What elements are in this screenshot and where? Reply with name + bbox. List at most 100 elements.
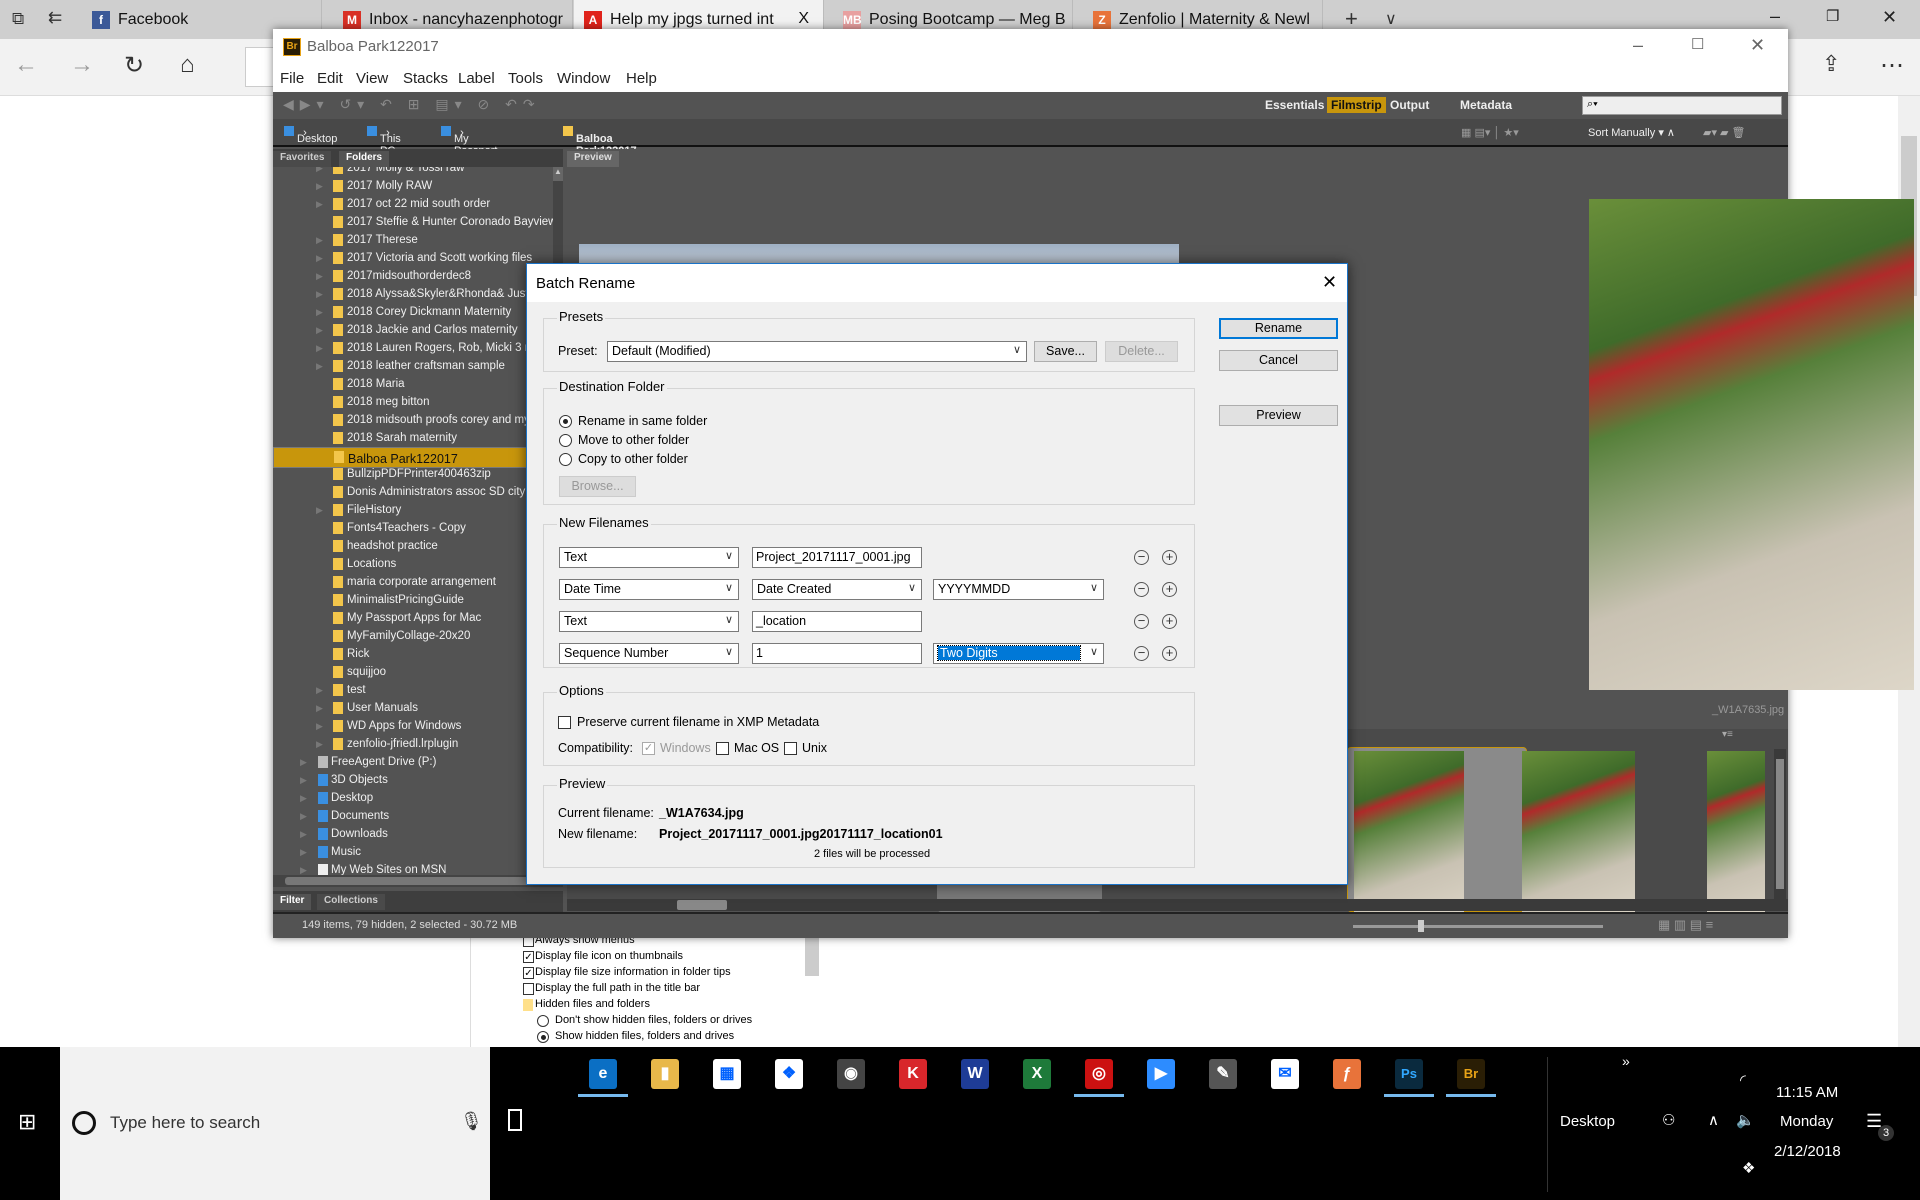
expand-arrow-icon[interactable]: ▶ bbox=[300, 825, 307, 843]
folder-item[interactable]: 2018 Sarah maternity bbox=[273, 429, 556, 447]
preset-select[interactable]: Default (Modified) ∨ bbox=[607, 341, 1027, 362]
zoom-icon[interactable]: ▶ bbox=[1147, 1059, 1175, 1089]
folder-item[interactable]: ▶ 2018 Corey Dickmann Maternity bbox=[273, 303, 556, 321]
edge-icon[interactable]: e bbox=[589, 1059, 617, 1089]
tab-list-button[interactable]: ∨ bbox=[1385, 9, 1397, 29]
folder-tree-hscrollbar[interactable] bbox=[273, 875, 563, 887]
home-icon[interactable]: ⌂ bbox=[180, 51, 195, 79]
menu-tools[interactable]: Tools bbox=[508, 70, 543, 87]
expand-arrow-icon[interactable]: ▶ bbox=[316, 321, 323, 339]
folder-item[interactable]: 2017 Steffie & Hunter Coronado Bayview p bbox=[273, 213, 556, 231]
folder-item[interactable]: My Passport Apps for Mac bbox=[273, 609, 556, 627]
element-type-select[interactable]: Text ∨ bbox=[559, 611, 739, 632]
overflow-chevron-icon[interactable]: » bbox=[1622, 1053, 1630, 1069]
add-element-icon[interactable]: + bbox=[1162, 582, 1177, 597]
filmstrip-thumb[interactable] bbox=[1707, 751, 1765, 923]
minimize-button[interactable]: – bbox=[1770, 6, 1780, 27]
breadcrumb-item[interactable]: This PC › bbox=[367, 126, 401, 157]
expand-arrow-icon[interactable]: ▶ bbox=[316, 357, 323, 375]
filmstrip-thumb[interactable] bbox=[1522, 751, 1635, 923]
element-type-select[interactable]: Sequence Number ∨ bbox=[559, 643, 739, 664]
expand-arrow-icon[interactable]: ▶ bbox=[316, 681, 323, 699]
remove-element-icon[interactable]: − bbox=[1134, 550, 1149, 565]
add-element-icon[interactable]: + bbox=[1162, 550, 1177, 565]
folder-item[interactable]: ▶ 2018 leather craftsman sample bbox=[273, 357, 556, 375]
cancel-button[interactable]: Cancel bbox=[1219, 350, 1338, 371]
date-option-select[interactable]: Date Created ∨ bbox=[752, 579, 922, 600]
expand-arrow-icon[interactable]: ▶ bbox=[316, 303, 323, 321]
expand-arrow-icon[interactable]: ▶ bbox=[316, 735, 323, 753]
task-view-icon[interactable] bbox=[508, 1109, 522, 1131]
workspace-filmstrip[interactable]: Filmstrip bbox=[1327, 97, 1386, 113]
file-explorer-icon[interactable]: ▮ bbox=[651, 1059, 679, 1089]
rename-button[interactable]: Rename bbox=[1219, 318, 1338, 339]
location-item[interactable]: ▶ FreeAgent Drive (P:) bbox=[273, 753, 556, 771]
workspace-metadata[interactable]: Metadata bbox=[1456, 97, 1516, 113]
save-preset-button[interactable]: Save... bbox=[1034, 341, 1097, 362]
desktop-toolbar[interactable]: Desktop bbox=[1560, 1113, 1615, 1130]
breadcrumb-item[interactable]: My Passport (O:) › bbox=[441, 126, 497, 169]
option-checkbox[interactable]: ✓ bbox=[523, 951, 534, 963]
folder-item[interactable]: ▶ User Manuals bbox=[273, 699, 556, 717]
expand-arrow-icon[interactable]: ▶ bbox=[316, 339, 323, 357]
sort-dropdown[interactable]: Sort Manually ▾ ∧ bbox=[1588, 126, 1675, 139]
preview-image[interactable] bbox=[1589, 199, 1914, 690]
bridge-maximize-button[interactable]: ☐ bbox=[1691, 35, 1704, 53]
unix-checkbox[interactable] bbox=[784, 742, 797, 755]
add-element-icon[interactable]: + bbox=[1162, 614, 1177, 629]
location-item[interactable]: ▶ 3D Objects bbox=[273, 771, 556, 789]
remove-element-icon[interactable]: − bbox=[1134, 614, 1149, 629]
remove-element-icon[interactable]: − bbox=[1134, 582, 1149, 597]
menu-edit[interactable]: Edit bbox=[317, 70, 343, 87]
folder-item[interactable]: 2018 Maria bbox=[273, 375, 556, 393]
element-text-input[interactable]: 1 bbox=[752, 643, 922, 664]
folder-item[interactable]: squijjoo bbox=[273, 663, 556, 681]
option-checkbox[interactable]: ✓ bbox=[523, 967, 534, 979]
expand-arrow-icon[interactable]: ▶ bbox=[300, 789, 307, 807]
store-icon[interactable]: ▦ bbox=[713, 1059, 741, 1089]
more-icon[interactable]: ⋯ bbox=[1880, 51, 1904, 80]
tab-preview[interactable]: Preview bbox=[567, 151, 619, 167]
word-icon[interactable]: W bbox=[961, 1059, 989, 1089]
menu-help[interactable]: Help bbox=[626, 70, 657, 87]
folder-item[interactable]: Donis Administrators assoc SD city sc bbox=[273, 483, 556, 501]
menu-label[interactable]: Label bbox=[458, 70, 495, 87]
folder-options-scrollbar[interactable] bbox=[805, 938, 819, 976]
element-type-select[interactable]: Text ∨ bbox=[559, 547, 739, 568]
app-orange-icon[interactable]: ƒ bbox=[1333, 1059, 1361, 1089]
filmstrip-hscrollbar[interactable] bbox=[567, 899, 1788, 911]
location-item[interactable]: ▶ Music bbox=[273, 843, 556, 861]
expand-arrow-icon[interactable]: ▶ bbox=[316, 285, 323, 303]
dropbox-tray-icon[interactable]: ❖ bbox=[1742, 1159, 1755, 1177]
folder-item[interactable]: MinimalistPricingGuide bbox=[273, 591, 556, 609]
clock-day[interactable]: Monday bbox=[1780, 1113, 1833, 1130]
location-item[interactable]: ▶ Downloads bbox=[273, 825, 556, 843]
dropbox-icon[interactable]: ❖ bbox=[775, 1059, 803, 1089]
menu-stacks[interactable]: Stacks bbox=[403, 70, 448, 87]
clock-time[interactable]: 11:15 AM bbox=[1776, 1084, 1838, 1101]
close-button[interactable]: ✕ bbox=[1882, 7, 1897, 28]
bridge-close-button[interactable]: ✕ bbox=[1750, 35, 1765, 56]
menu-view[interactable]: View bbox=[356, 70, 388, 87]
add-element-icon[interactable]: + bbox=[1162, 646, 1177, 661]
location-item[interactable]: ▶ Desktop bbox=[273, 789, 556, 807]
tab-folders[interactable]: Folders bbox=[339, 151, 390, 167]
camera-app-icon[interactable]: ◉ bbox=[837, 1059, 865, 1089]
menu-window[interactable]: Window bbox=[557, 70, 610, 87]
folder-item[interactable]: 2018 meg bitton bbox=[273, 393, 556, 411]
tab-manager-icon[interactable]: ⧉ bbox=[12, 9, 24, 29]
folder-item[interactable]: maria corporate arrangement bbox=[273, 573, 556, 591]
show-hidden-icons[interactable]: ∧ bbox=[1708, 1111, 1719, 1129]
workspace-essentials[interactable]: Essentials bbox=[1261, 97, 1328, 113]
folder-item[interactable]: headshot practice bbox=[273, 537, 556, 555]
expand-arrow-icon[interactable]: ▶ bbox=[316, 249, 323, 267]
folder-item[interactable]: ▶ WD Apps for Windows bbox=[273, 717, 556, 735]
excel-icon[interactable]: X bbox=[1023, 1059, 1051, 1089]
volume-icon[interactable]: 🔈 bbox=[1736, 1111, 1755, 1129]
element-text-input[interactable]: Project_20171117_0001.jpg bbox=[752, 547, 922, 568]
folder-item[interactable]: MyFamilyCollage-20x20 bbox=[273, 627, 556, 645]
expand-arrow-icon[interactable]: ▶ bbox=[316, 177, 323, 195]
option-radio[interactable] bbox=[537, 1031, 549, 1043]
element-text-input[interactable]: _location bbox=[752, 611, 922, 632]
dialog-close-icon[interactable]: ✕ bbox=[1322, 272, 1337, 293]
